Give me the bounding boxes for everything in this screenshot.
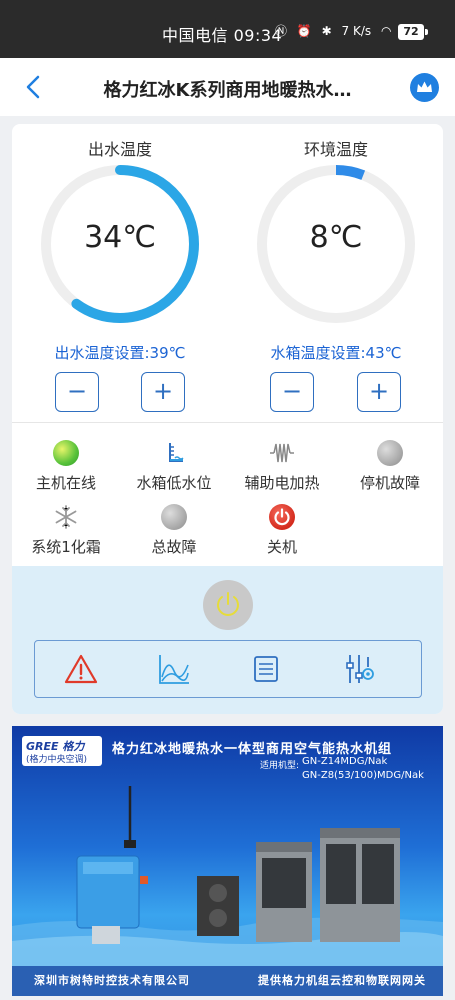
- status-power-off: 关机: [228, 504, 336, 557]
- outlet-minus-button[interactable]: −: [55, 372, 99, 412]
- nav-bar: 格力红冰K系列商用地暖热水…: [0, 58, 455, 116]
- gauge-value-ambient: 8℃: [309, 220, 363, 255]
- banner-model-label: 适用机型:: [260, 761, 300, 771]
- power-icon: [217, 592, 239, 616]
- status-total-fault: 总故障: [120, 504, 228, 557]
- status-stop-fault: 停机故障: [336, 440, 443, 493]
- divider: [12, 422, 443, 423]
- green-dot-icon: [53, 440, 79, 466]
- settings-slider-icon[interactable]: [341, 651, 377, 687]
- banner-model-1: GN-Z14MDG/Nak: [302, 756, 388, 767]
- tank-temp-setting: 水箱温度设置:43℃: [270, 344, 402, 362]
- bluetooth-icon: ✱: [321, 24, 332, 38]
- status-host-online: 主机在线: [12, 440, 120, 493]
- outlet-temp-setting: 出水温度设置:39℃: [54, 344, 186, 362]
- carrier-time: 中国电信 09:34: [162, 26, 283, 45]
- nfc-icon: Ⓝ: [275, 24, 288, 38]
- water-level-icon: [161, 440, 187, 466]
- page-title: 格力红冰K系列商用地暖热水…: [103, 80, 352, 101]
- status-tank-low-water: 水箱低水位: [120, 440, 228, 493]
- status-bar: 中国电信 09:34 Ⓝ ⏰ ✱ 7 K/s ◠ 5G 72: [0, 0, 455, 58]
- banner-model-2: GN-Z8(53/100)MDG/Nak: [302, 770, 424, 781]
- tank-plus-button[interactable]: +: [357, 372, 401, 412]
- control-panel: [12, 566, 443, 714]
- trend-chart-icon[interactable]: [156, 651, 192, 687]
- banner-headline: 格力红冰地暖热水一体型商用空气能热水机组: [112, 742, 393, 757]
- tank-minus-button[interactable]: −: [270, 372, 314, 412]
- status-aux-heater: 辅助电加热: [228, 440, 336, 493]
- outlet-plus-button[interactable]: +: [141, 372, 185, 412]
- status-defrost: 系统1化霜: [12, 504, 120, 557]
- snowflake-icon: [53, 504, 79, 530]
- banner-service: 提供格力机组云控和物联网网关: [258, 974, 426, 987]
- network-speed: 7 K/s: [341, 24, 372, 38]
- gauge-value-outlet: 34℃: [84, 220, 156, 255]
- crown-icon[interactable]: [410, 73, 439, 102]
- power-red-icon: [269, 504, 295, 530]
- back-arrow-icon[interactable]: [22, 72, 46, 102]
- power-button[interactable]: [203, 580, 253, 630]
- alarm-warning-icon[interactable]: [63, 651, 99, 687]
- gauge-label-ambient: 环境温度: [303, 140, 368, 159]
- device-card: 出水温度 34℃ 环境温度 8℃ 出水温度设置:39℃ 水箱温度设置:43℃ −…: [12, 124, 443, 714]
- alarm-icon: ⏰: [296, 24, 312, 38]
- battery-tip: [425, 29, 428, 35]
- wifi-icon: ◠: [380, 24, 392, 38]
- promo-banner[interactable]: GREE 格力 (格力中央空调) 格力红冰地暖热水一体型商用空气能热水机组 适用…: [12, 726, 443, 996]
- gree-logo: GREE 格力 (格力中央空调): [22, 736, 102, 766]
- list-doc-icon[interactable]: [248, 651, 284, 687]
- grey-dot-icon: [377, 440, 403, 466]
- gauge-label-outlet: 出水温度: [87, 140, 152, 159]
- grey-dot-icon: [161, 504, 187, 530]
- banner-company: 深圳市树特时控技术有限公司: [34, 974, 190, 987]
- heater-icon: [269, 440, 295, 466]
- function-toolbar: [34, 640, 422, 698]
- battery-level: 72: [398, 24, 424, 40]
